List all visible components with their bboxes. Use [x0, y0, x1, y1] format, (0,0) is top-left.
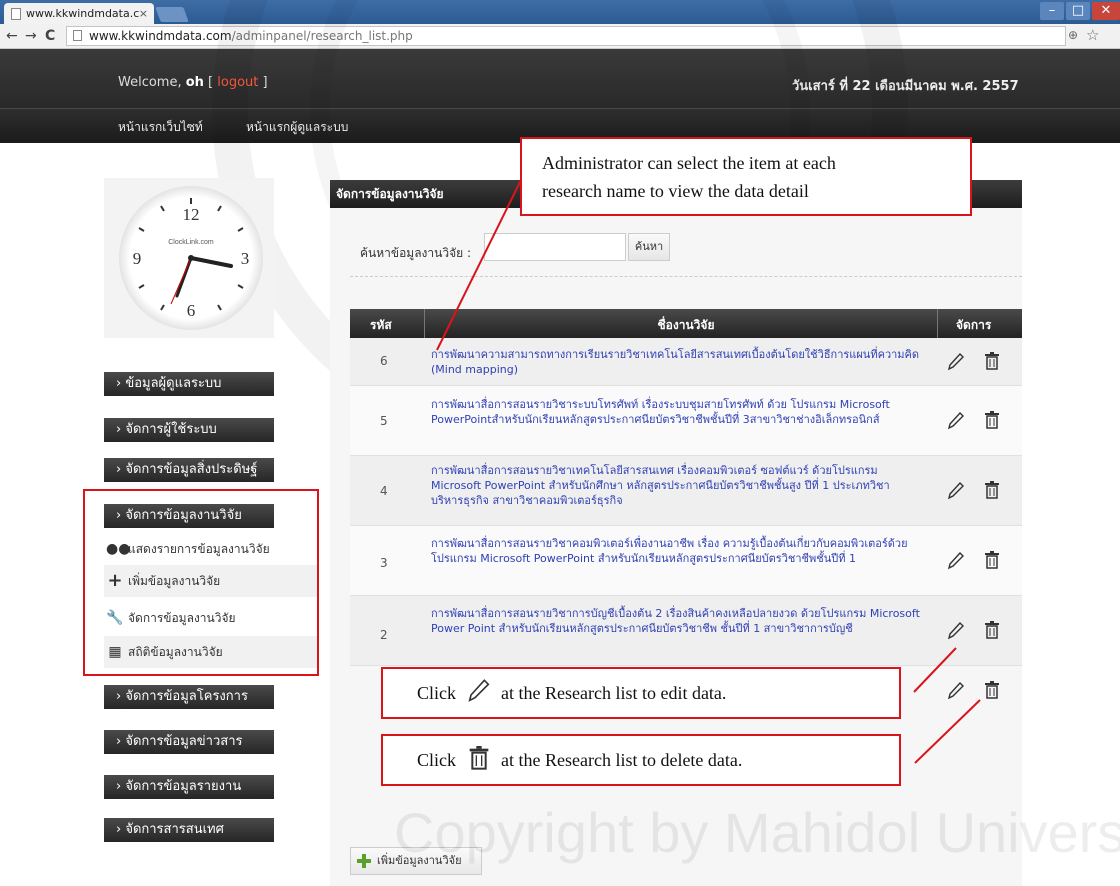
current-date: วันเสาร์ ที่ 22 เดือนมีนาคม พ.ศ. 2557: [792, 79, 1019, 94]
delete-trash-icon[interactable]: [984, 621, 1000, 639]
edit-pencil-icon[interactable]: [948, 353, 964, 371]
page-icon: [73, 30, 82, 41]
divider: [350, 276, 1022, 277]
edit-pencil-icon[interactable]: [948, 412, 964, 430]
edit-pencil-icon: [467, 679, 489, 702]
sidebar-item-projects[interactable]: › จัดการข้อมูลโครงการ: [104, 685, 274, 709]
column-header-manage: จัดการ: [956, 318, 992, 332]
table-row: 3 การพัฒนาสื่อการสอนรายวิชาคอมพิวเตอร์เพ…: [350, 526, 1022, 596]
sidebar-item-information[interactable]: › จัดการสารสนเทศ: [104, 818, 274, 842]
search-button[interactable]: ค้นหา: [628, 233, 670, 261]
delete-trash-icon[interactable]: [984, 411, 1000, 429]
column-separator: [937, 309, 938, 338]
table-row: 4 การพัฒนาสื่อการสอนรายวิชาเทคโนโลยีสารส…: [350, 456, 1022, 526]
clock-numeral-9: 9: [133, 249, 142, 268]
tab-title: www.kkwindmdata.c: [26, 7, 140, 20]
search-label: ค้นหาข้อมูลงานวิจัย :: [360, 246, 472, 260]
research-id: 6: [380, 354, 388, 368]
copyright-watermark: Copyright by Mahidol University: [394, 801, 1120, 864]
browser-tab[interactable]: www.kkwindmdata.c ×: [4, 3, 154, 24]
minimize-icon[interactable]: –: [1040, 2, 1064, 20]
site-header: Welcome, oh [ logout ] วันเสาร์ ที่ 22 เ…: [0, 49, 1120, 143]
sidebar-highlight-box: [83, 489, 319, 676]
forward-arrow-icon[interactable]: →: [25, 27, 37, 45]
sidebar-item-inventions[interactable]: › จัดการข้อมูลสิ่งประดิษฐ์: [104, 458, 274, 482]
edit-pencil-icon[interactable]: [948, 682, 964, 700]
logout-bracket-close: ]: [258, 75, 268, 90]
clock-numeral-12: 12: [183, 205, 200, 224]
annotation-prefix: Click: [417, 750, 456, 770]
address-bar: ← → C www.kkwindmdata.com/adminpanel/res…: [0, 24, 1120, 49]
column-header-name: ชื่องานวิจัย: [657, 318, 715, 332]
url-path: /adminpanel/research_list.php: [231, 29, 413, 43]
research-id: 2: [380, 628, 388, 642]
research-name-link[interactable]: การพัฒนาสื่อการสอนรายวิชาการบัญชีเบื้องต…: [431, 606, 931, 636]
annotation-suffix: at the Research list to edit data.: [501, 683, 727, 703]
window-close-icon[interactable]: ✕: [1092, 2, 1120, 20]
annotation-line: research name to view the data detail: [542, 181, 809, 201]
research-name-link[interactable]: การพัฒนาความสามารถทางการเรียนรายวิชาเทคโ…: [431, 347, 931, 377]
delete-trash-icon[interactable]: [984, 481, 1000, 499]
clock-brand: ClockLink.com: [168, 239, 214, 246]
annotation-line: Administrator can select the item at eac…: [542, 153, 836, 173]
clock-widget: 12 3 6 9 ClockLink.com: [104, 178, 274, 338]
maximize-icon[interactable]: □: [1066, 2, 1090, 20]
sidebar-item-news[interactable]: › จัดการข้อมูลข่าวสาร: [104, 730, 274, 754]
research-name-link[interactable]: การพัฒนาสื่อการสอนรายวิชาระบบโทรศัพท์ เร…: [431, 397, 931, 427]
annotation-suffix: at the Research list to delete data.: [501, 750, 743, 770]
logout-bracket-open: [: [203, 75, 218, 90]
tab-close-icon[interactable]: ×: [139, 3, 148, 24]
sidebar-item-users[interactable]: › จัดการผู้ใช้ระบบ: [104, 418, 274, 442]
table-header: รหัส ชื่องานวิจัย จัดการ: [350, 309, 1022, 338]
welcome-prefix: Welcome,: [118, 75, 186, 90]
research-id: 4: [380, 484, 388, 498]
annotation-prefix: Click: [417, 683, 456, 703]
edit-pencil-icon[interactable]: [948, 482, 964, 500]
sidebar-item-admin-info[interactable]: › ข้อมูลผู้ดูแลระบบ: [104, 372, 274, 396]
sidebar-item-reports[interactable]: › จัดการข้อมูลรายงาน: [104, 775, 274, 799]
edit-pencil-icon[interactable]: [948, 552, 964, 570]
reload-icon[interactable]: C: [45, 27, 55, 45]
browser-tab-bar: www.kkwindmdata.c × – □ ✕: [0, 0, 1120, 24]
back-arrow-icon[interactable]: ←: [6, 27, 18, 45]
delete-trash-icon[interactable]: [984, 681, 1000, 699]
research-name-link[interactable]: การพัฒนาสื่อการสอนรายวิชาคอมพิวเตอร์เพื่…: [431, 536, 931, 566]
edit-pencil-icon[interactable]: [948, 622, 964, 640]
plus-icon: [357, 854, 371, 868]
table-row: 6 การพัฒนาความสามารถทางการเรียนรายวิชาเท…: [350, 338, 1022, 386]
research-name-link[interactable]: การพัฒนาสื่อการสอนรายวิชาเทคโนโลยีสารสนเ…: [431, 463, 931, 508]
nav-website-home[interactable]: หน้าแรกเว็บไซท์: [118, 118, 203, 137]
analog-clock: 12 3 6 9 ClockLink.com: [119, 186, 263, 330]
page-icon: [11, 8, 21, 20]
zoom-icon[interactable]: ⊕: [1068, 28, 1078, 42]
welcome-text: Welcome, oh [ logout ]: [118, 75, 268, 90]
url-input[interactable]: www.kkwindmdata.com/adminpanel/research_…: [66, 26, 1066, 46]
research-id: 3: [380, 556, 388, 570]
nav-admin-home[interactable]: หน้าแรกผู้ดูแลระบบ: [246, 118, 348, 137]
username: oh: [185, 75, 204, 90]
annotation-delete: Click at the Research list to delete dat…: [381, 734, 901, 786]
annotation-select-item: Administrator can select the item at eac…: [520, 137, 972, 216]
delete-trash-icon[interactable]: [984, 352, 1000, 370]
delete-trash-icon: [469, 746, 488, 770]
delete-trash-icon[interactable]: [984, 551, 1000, 569]
clock-numeral-6: 6: [187, 301, 196, 320]
research-id: 5: [380, 414, 388, 428]
row-actions: [946, 681, 1006, 701]
annotation-edit: Click at the Research list to edit data.: [381, 667, 901, 719]
logout-link[interactable]: logout: [217, 75, 258, 90]
url-host: www.kkwindmdata.com: [89, 29, 232, 43]
search-input[interactable]: [484, 233, 626, 261]
table-row: 5 การพัฒนาสื่อการสอนรายวิชาระบบโทรศัพท์ …: [350, 386, 1022, 456]
clock-numeral-3: 3: [241, 249, 250, 268]
bookmark-star-icon[interactable]: ☆: [1086, 26, 1099, 44]
table-row: 2 การพัฒนาสื่อการสอนรายวิชาการบัญชีเบื้อ…: [350, 596, 1022, 666]
new-tab-button[interactable]: [155, 7, 189, 22]
